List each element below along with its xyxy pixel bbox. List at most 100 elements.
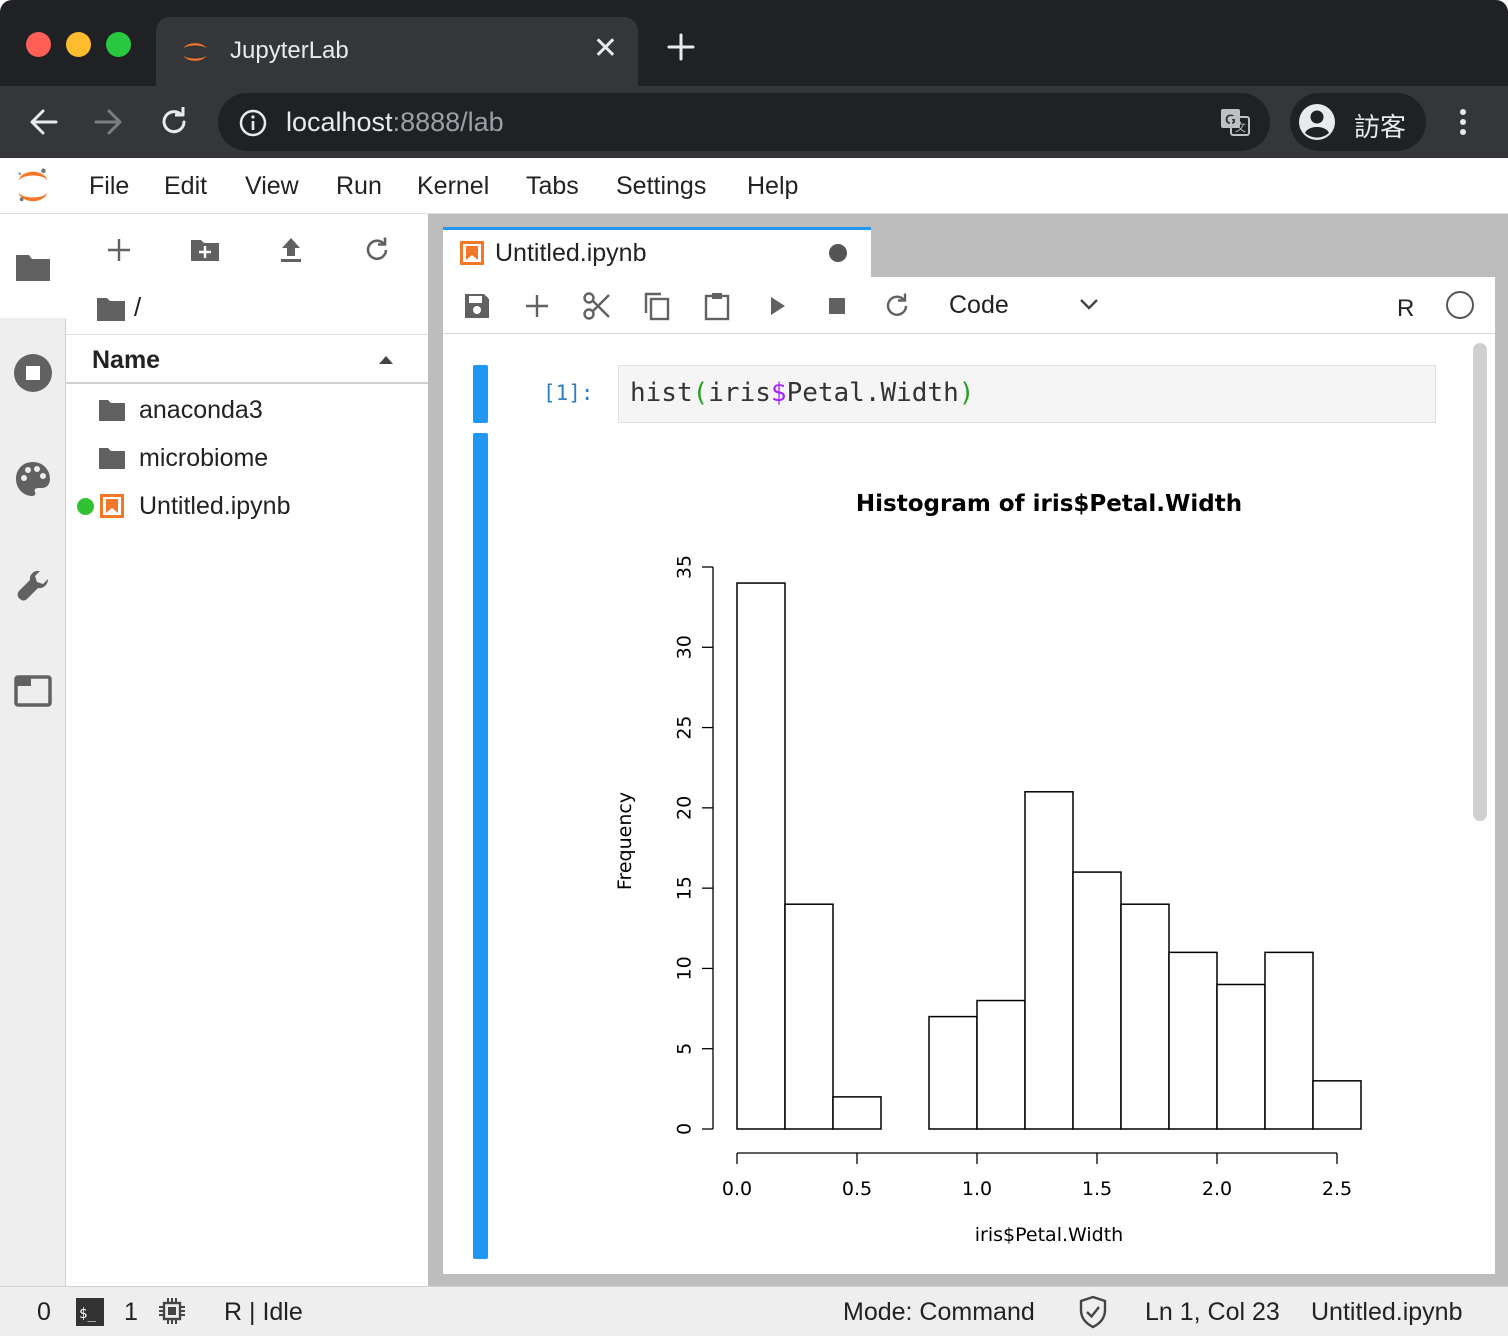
histogram-bar	[976, 999, 1026, 1130]
restart-kernel-icon[interactable]	[882, 291, 912, 321]
url-port-path: :8888/lab	[392, 107, 504, 137]
tabs-window-icon[interactable]	[13, 671, 53, 711]
running-stop-icon[interactable]	[13, 353, 53, 393]
window-minimize-button[interactable]	[66, 32, 91, 57]
file-list-header[interactable]: Name	[66, 334, 428, 384]
upload-icon[interactable]	[275, 234, 307, 266]
profile-name: 訪客	[1354, 113, 1407, 143]
x-tick-label: 2.5	[1322, 1178, 1352, 1200]
browser-tab-title: JupyterLab	[230, 37, 349, 64]
translate-icon[interactable]: G 文	[1218, 105, 1252, 139]
mode-indicator: Mode: Command	[843, 1298, 1035, 1326]
close-tab-icon[interactable]: ✕	[593, 34, 618, 64]
wrench-icon[interactable]	[13, 565, 53, 605]
trusted-shield-icon[interactable]	[1078, 1295, 1108, 1329]
window-close-button[interactable]	[26, 32, 51, 57]
code-token: hist	[630, 378, 693, 408]
y-tick-label: 10	[674, 956, 696, 980]
tab-untitled-ipynb[interactable]: Untitled.ipynb	[443, 227, 871, 277]
x-axis-label: iris$Petal.Width	[975, 1224, 1123, 1245]
menu-view[interactable]: View	[245, 172, 299, 201]
y-tick-label: 25	[674, 715, 696, 739]
menu-file[interactable]: File	[89, 172, 129, 201]
menu-kernel[interactable]: Kernel	[417, 172, 489, 201]
folder-icon[interactable]	[13, 247, 53, 287]
stop-icon[interactable]	[822, 291, 852, 321]
code-cell-editor[interactable]: hist(iris$Petal.Width)	[618, 365, 1436, 423]
histogram-bar	[736, 582, 786, 1130]
x-tick-label: 1.5	[1082, 1178, 1112, 1200]
histogram-bar	[784, 903, 834, 1130]
forward-arrow-icon[interactable]	[90, 104, 126, 140]
menu-edit[interactable]: Edit	[164, 172, 207, 201]
notebook-toolbar: Code R	[443, 277, 1495, 334]
cell-type-select[interactable]: Code	[949, 291, 1009, 320]
file-item-label: microbiome	[139, 444, 269, 472]
running-indicator	[77, 498, 94, 515]
refresh-icon[interactable]	[361, 234, 393, 266]
breadcrumb-root[interactable]: /	[134, 292, 141, 323]
left-sidebar	[0, 214, 66, 1286]
palette-icon[interactable]	[13, 459, 53, 499]
paste-icon[interactable]	[702, 291, 732, 321]
save-icon[interactable]	[462, 291, 492, 321]
url-host: localhost	[286, 107, 393, 137]
file-item-microbiome[interactable]: microbiome	[66, 434, 428, 482]
avatar-icon	[1299, 104, 1335, 140]
chevron-down-icon[interactable]	[1079, 297, 1099, 311]
file-browser: / Name anaconda3 microbiome Untitled.ipy…	[66, 214, 428, 1286]
menu-run[interactable]: Run	[336, 172, 382, 201]
profile-button[interactable]: 訪客	[1290, 93, 1426, 151]
new-folder-icon[interactable]	[189, 234, 221, 266]
notebook-content: [1]: hist(iris$Petal.Width) Histogram of…	[443, 335, 1495, 1274]
menu-tabs[interactable]: Tabs	[526, 172, 579, 201]
scrollbar-thumb[interactable]	[1473, 343, 1487, 821]
unsaved-changes-icon[interactable]	[829, 244, 847, 262]
run-icon[interactable]	[762, 291, 792, 321]
site-info-icon[interactable]	[238, 108, 268, 138]
back-arrow-icon[interactable]	[26, 104, 62, 140]
x-tick-label: 0.0	[722, 1178, 752, 1200]
histogram-bar	[1312, 1080, 1362, 1130]
code-token: $	[770, 378, 787, 408]
address-bar[interactable]: localhost:8888/lab G 文	[218, 93, 1270, 151]
folder-icon	[97, 298, 125, 321]
cursor-position[interactable]: Ln 1, Col 23	[1145, 1298, 1280, 1327]
file-item-anaconda3[interactable]: anaconda3	[66, 386, 428, 434]
code-token: Petal.Width	[786, 378, 959, 408]
cpu-chip-icon[interactable]	[157, 1296, 187, 1326]
code-token: iris	[708, 378, 771, 408]
input-prompt: [1]:	[543, 381, 594, 405]
browser-menu-icon[interactable]	[1448, 104, 1478, 140]
kernel-count[interactable]: 1	[124, 1298, 138, 1327]
terminal-icon[interactable]: $_	[76, 1298, 104, 1326]
histogram-bar	[1168, 951, 1218, 1130]
menu-help[interactable]: Help	[747, 172, 798, 201]
cut-icon[interactable]	[582, 291, 612, 321]
output-collapser[interactable]	[473, 433, 488, 1259]
kernel-name[interactable]: R	[1397, 295, 1414, 323]
browser-tab-jupyterlab[interactable]: JupyterLab ✕	[156, 17, 638, 86]
input-collapser[interactable]	[473, 365, 488, 423]
terminal-count[interactable]: 0	[37, 1298, 51, 1327]
reload-icon[interactable]	[156, 104, 192, 140]
y-tick-label: 35	[674, 555, 696, 579]
x-tick-label: 0.5	[842, 1178, 872, 1200]
new-launcher-icon[interactable]	[103, 234, 135, 266]
kernel-status-text[interactable]: R | Idle	[224, 1298, 303, 1327]
folder-icon	[99, 400, 125, 421]
file-item-untitled-ipynb[interactable]: Untitled.ipynb	[66, 482, 428, 530]
copy-icon[interactable]	[642, 291, 672, 321]
new-tab-icon[interactable]	[664, 30, 698, 64]
chart-title: Histogram of iris$Petal.Width	[856, 491, 1242, 517]
histogram-bar	[1216, 983, 1266, 1130]
menu-settings[interactable]: Settings	[616, 172, 706, 201]
insert-cell-icon[interactable]	[522, 291, 552, 321]
notebook-icon	[460, 241, 484, 265]
column-header-name[interactable]: Name	[92, 346, 160, 375]
sort-ascending-icon[interactable]	[378, 355, 394, 365]
window-zoom-button[interactable]	[106, 32, 131, 57]
jupyter-logo-icon	[18, 168, 48, 202]
histogram-bar	[1264, 951, 1314, 1130]
histogram-bar	[928, 1015, 978, 1130]
